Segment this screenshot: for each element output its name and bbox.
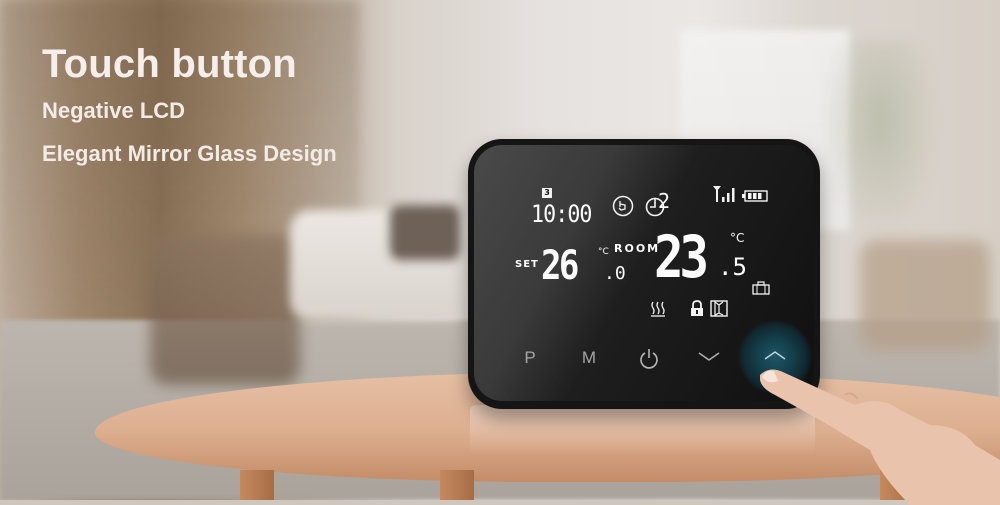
hand-touch-icon xyxy=(612,195,634,217)
plant xyxy=(820,40,940,240)
sofa-pillow xyxy=(390,205,460,260)
table-leg xyxy=(440,470,474,500)
program-button[interactable]: P xyxy=(515,348,545,368)
room-temperature-decimal: .5 xyxy=(718,253,747,281)
set-temperature: 26 xyxy=(541,243,579,289)
chair-right xyxy=(860,240,990,350)
clock-display: 10:00 xyxy=(531,200,592,228)
chevron-down-icon xyxy=(698,352,720,361)
set-temperature-decimal: .0 xyxy=(604,263,626,284)
briefcase-icon xyxy=(752,281,770,295)
set-unit: °C xyxy=(598,247,609,257)
glass-panel: 3 10:00 2 SET 26 .0 °C ROOM 23 .5 °C P M xyxy=(474,145,814,401)
pointing-hand xyxy=(760,369,1000,505)
mode-button[interactable]: M xyxy=(574,348,604,368)
down-button[interactable] xyxy=(694,348,724,368)
day-indicator: 3 xyxy=(542,188,552,198)
power-button[interactable] xyxy=(634,348,664,375)
set-label: SET xyxy=(515,259,539,270)
room-temperature: 23 xyxy=(654,223,709,291)
battery-icon xyxy=(742,190,768,202)
headline-title: Touch button xyxy=(42,42,297,86)
window-icon xyxy=(710,300,728,317)
feature-mirror-glass: Elegant Mirror Glass Design xyxy=(42,141,337,166)
program-number: 2 xyxy=(658,189,671,213)
table-leg xyxy=(240,470,274,500)
heating-icon xyxy=(651,301,665,317)
room-unit: °C xyxy=(730,231,745,245)
lock-icon xyxy=(691,300,703,316)
signal-icon xyxy=(713,186,735,202)
power-icon xyxy=(640,349,658,369)
chevron-up-icon xyxy=(764,351,786,360)
chair-left xyxy=(150,235,300,385)
feature-negative-lcd: Negative LCD xyxy=(42,98,186,123)
